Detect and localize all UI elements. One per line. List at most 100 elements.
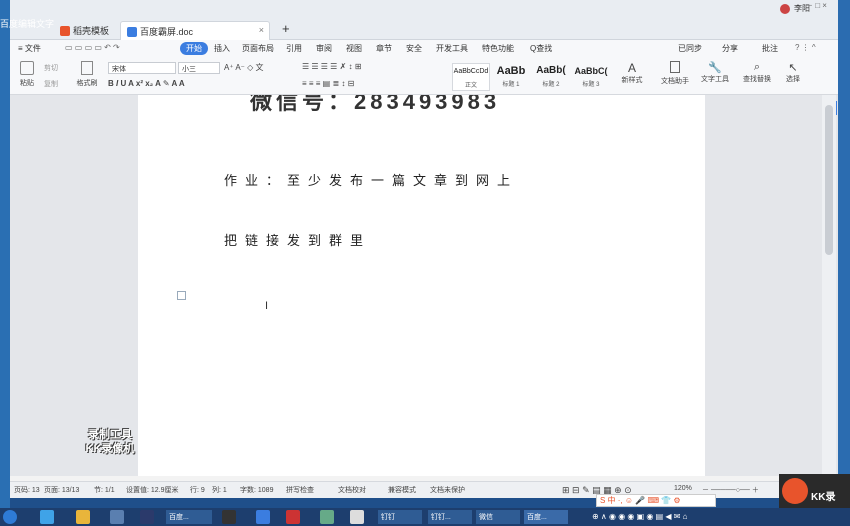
qq-icon[interactable] bbox=[320, 510, 334, 524]
menu-view[interactable]: 视图 bbox=[346, 43, 362, 54]
font-size-select[interactable]: 小三 bbox=[178, 62, 220, 74]
doc-helper-button[interactable]: 文档助手 bbox=[658, 61, 692, 86]
menu-home[interactable]: 开始 bbox=[180, 42, 208, 55]
tray-icons[interactable]: ⊕ ∧ ◉ ◉ ◉ ▣ ◉ ▤ ◀ ✉ ⌂ bbox=[592, 512, 688, 521]
menu-security[interactable]: 安全 bbox=[406, 43, 422, 54]
taskbar-item-wechat[interactable]: 微信 bbox=[476, 510, 520, 524]
protect-status[interactable]: 文档未保护 bbox=[430, 485, 465, 495]
desktop-left-strip bbox=[0, 0, 10, 510]
new-style-label: 新样式 bbox=[621, 77, 643, 84]
select-label: 选择 bbox=[786, 76, 800, 83]
document-page[interactable] bbox=[138, 95, 705, 476]
spell-check-button[interactable]: 拼写检查 bbox=[286, 485, 314, 495]
taskbar-item-dingtalk[interactable]: 钉钉 bbox=[378, 510, 422, 524]
style-heading2[interactable]: AaBb(标题 2 bbox=[532, 63, 570, 91]
taskbar-item-baidu-doc[interactable]: 百度... bbox=[524, 510, 568, 524]
style-preview: AaBbCcDd bbox=[453, 68, 489, 75]
wps-window: 李阳 － □ × 稻壳模板 百度霸屏.doc × + ≡ 文件 ▭ ▭ ▭ ▭ ↶… bbox=[10, 0, 838, 498]
media-icon[interactable] bbox=[222, 510, 236, 524]
status-setting: 设置值: 12.9厘米 bbox=[126, 487, 179, 494]
search-icon: ⌕ bbox=[753, 61, 761, 73]
proofread-button[interactable]: 文档校对 bbox=[338, 485, 366, 495]
sync-status[interactable]: 已同步 bbox=[678, 43, 702, 54]
app-icon[interactable] bbox=[110, 510, 124, 524]
chrome-icon[interactable] bbox=[350, 510, 364, 524]
status-words: 字数: 1089 bbox=[240, 487, 274, 494]
text-format-icons[interactable]: B I U A x² x₂ A ✎ A A bbox=[108, 79, 185, 88]
font-family-select[interactable]: 宋体 bbox=[108, 62, 176, 74]
help-icon[interactable]: ? ⋮ ^ bbox=[795, 43, 816, 52]
start-button[interactable] bbox=[3, 510, 17, 524]
wrench-icon: 🔧 bbox=[708, 62, 722, 74]
pen-icon[interactable] bbox=[256, 510, 270, 524]
avatar[interactable] bbox=[780, 4, 790, 14]
cut-button[interactable]: 剪切 bbox=[44, 63, 58, 73]
menu-reference[interactable]: 引用 bbox=[286, 43, 302, 54]
status-section: 节: 1/1 bbox=[94, 487, 115, 494]
window-buttons[interactable]: － □ × bbox=[805, 0, 827, 11]
wps-taskbar-icon[interactable] bbox=[286, 510, 300, 524]
ie-icon[interactable] bbox=[40, 510, 54, 524]
menu-features[interactable]: 特色功能 bbox=[482, 43, 514, 54]
style-label: 标题 3 bbox=[582, 82, 600, 88]
scrollbar-thumb[interactable] bbox=[825, 105, 833, 255]
new-style-icon: A bbox=[627, 61, 636, 75]
cursor-icon: ↖ bbox=[788, 62, 798, 74]
title-bar: 李阳 － □ × bbox=[10, 0, 838, 18]
menu-insert[interactable]: 插入 bbox=[214, 43, 230, 54]
vertical-scrollbar[interactable] bbox=[822, 95, 836, 476]
format-painter-button[interactable]: 格式刷 bbox=[74, 61, 100, 88]
find-replace-button[interactable]: ⌕ 查找替换 bbox=[740, 61, 774, 84]
new-style-button[interactable]: A 新样式 bbox=[618, 61, 646, 85]
folder-icon[interactable] bbox=[76, 510, 90, 524]
comment-button[interactable]: 批注 bbox=[762, 43, 778, 54]
quick-access-icons[interactable]: ▭ ▭ ▭ ▭ ↶ ↷ bbox=[65, 43, 120, 52]
menu-layout[interactable]: 页面布局 bbox=[242, 43, 274, 54]
menu-bar: ≡ 文件 ▭ ▭ ▭ ▭ ↶ ↷ 开始 插入 页面布局 引用 审阅 视图 章节 … bbox=[10, 40, 838, 57]
style-label: 正文 bbox=[464, 83, 477, 89]
ime-toolbar[interactable]: S 中 ·, ☺ 🎤 ⌨ 👕 ⚙ bbox=[596, 494, 716, 507]
style-heading3[interactable]: AaBbC( 标题 3 bbox=[572, 63, 610, 91]
watermark-line1: 录制工具 bbox=[88, 429, 132, 441]
menu-chapter[interactable]: 章节 bbox=[376, 43, 392, 54]
close-icon[interactable]: × bbox=[259, 25, 264, 35]
zoom-level[interactable]: 120% bbox=[674, 485, 692, 492]
font-size-adjust-icons[interactable]: A⁺ A⁻ ◇ 文 bbox=[224, 62, 264, 73]
doc-icon bbox=[127, 27, 137, 37]
menu-search[interactable]: Q查找 bbox=[530, 43, 552, 54]
align-icons[interactable]: ≡ ≡ ≡ ▤ ≣ ↕ ⊟ bbox=[302, 79, 354, 88]
paste-button[interactable]: 粘贴 bbox=[14, 61, 40, 88]
menu-review[interactable]: 审阅 bbox=[316, 43, 332, 54]
copy-button[interactable]: 复制 bbox=[44, 79, 58, 89]
wechat-id-line: 微信号：283493983 bbox=[250, 95, 501, 114]
status-col: 列: 1 bbox=[212, 487, 227, 494]
watermark-line2: KK录像机 bbox=[85, 443, 135, 455]
tab-template[interactable]: 稻壳模板 bbox=[54, 21, 115, 40]
paragraph-mark-icon bbox=[177, 291, 186, 300]
text-cursor-icon: I bbox=[265, 300, 269, 312]
clipboard-icon bbox=[20, 61, 34, 75]
brush-icon bbox=[81, 61, 93, 75]
menu-file[interactable]: ≡ 文件 bbox=[18, 43, 41, 54]
share-button[interactable]: 分享 bbox=[722, 43, 738, 54]
menu-dev-tools[interactable]: 开发工具 bbox=[436, 43, 468, 54]
status-page: 页码: 13 bbox=[14, 487, 40, 494]
style-label: 标题 2 bbox=[542, 82, 560, 88]
photoshop-icon[interactable] bbox=[140, 510, 154, 524]
ribbon-toolbar: 粘贴 剪切 复制 格式刷 宋体 小三 A⁺ A⁻ ◇ 文 B I U A x² … bbox=[10, 57, 838, 95]
new-tab-button[interactable]: + bbox=[276, 21, 296, 40]
text-tools-button[interactable]: 🔧 文字工具 bbox=[698, 61, 732, 84]
style-preview: AaBbC( bbox=[574, 66, 608, 76]
tab-label: 百度霸屏.doc bbox=[140, 27, 194, 37]
list-icons[interactable]: ☰ ☰ ☰ ☰ ✗ ↕ ⊞ bbox=[302, 62, 361, 71]
taskbar-item-dingtalk2[interactable]: 钉钉... bbox=[428, 510, 472, 524]
style-heading1[interactable]: AaBb 标题 1 bbox=[492, 63, 530, 91]
taskbar-item-baidu[interactable]: 百度... bbox=[166, 510, 212, 524]
format-painter-label: 格式刷 bbox=[76, 80, 98, 87]
style-normal[interactable]: AaBbCcDd 正文 bbox=[452, 63, 490, 91]
desktop-caption: 百度编辑文字 bbox=[0, 19, 55, 29]
wps-icon bbox=[60, 26, 70, 36]
select-button[interactable]: ↖ 选择 bbox=[780, 61, 806, 84]
document-icon bbox=[670, 61, 680, 73]
tab-document[interactable]: 百度霸屏.doc × bbox=[120, 21, 270, 40]
